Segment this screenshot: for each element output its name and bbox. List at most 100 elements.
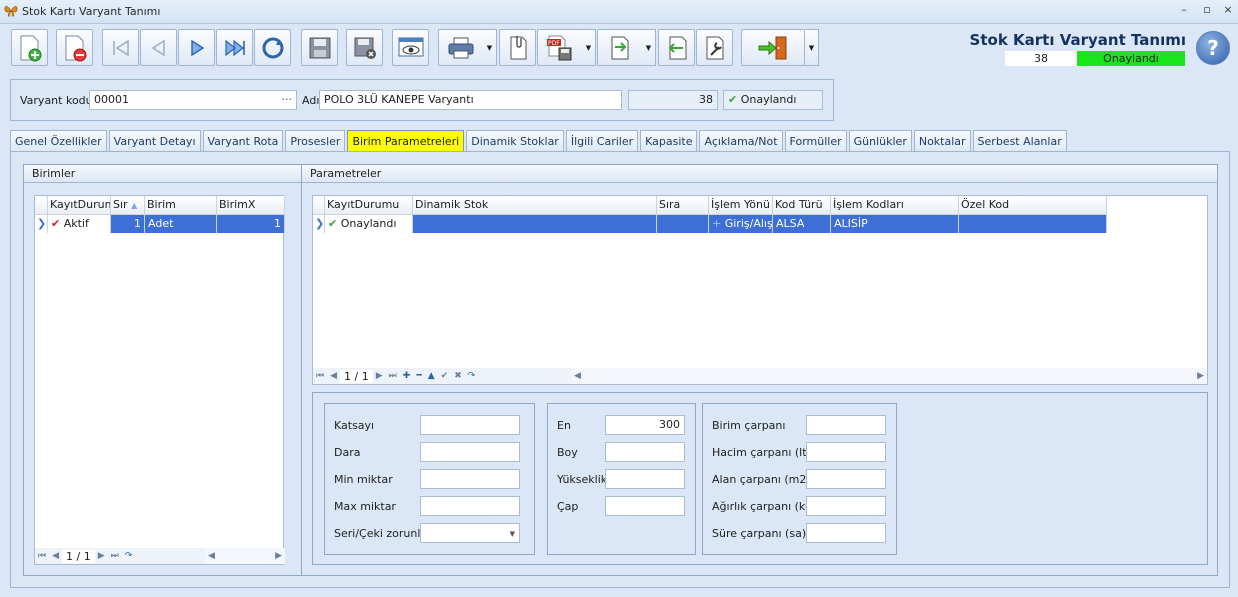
cell-kayitdurumu[interactable]: ✔ Onaylandı [325,215,413,233]
cell-dinamik-stok[interactable] [413,215,657,233]
tab-kapasite[interactable]: Kapasite [640,130,698,152]
print-button[interactable] [438,29,484,66]
seri-ceki-select[interactable]: ▼ [420,523,520,543]
nav-prev-icon[interactable]: ◀ [327,371,340,381]
tab-prosesler[interactable]: Prosesler [285,130,346,152]
print-dropdown[interactable]: ▼ [483,29,497,66]
cell-ozel-kod[interactable] [959,215,1107,233]
nav-next-icon[interactable]: ▶ [373,371,386,381]
agirlik-carpani-input[interactable] [806,496,886,516]
column-header-dinamik-stok[interactable]: Dinamik Stok [413,196,657,215]
refresh-button[interactable] [254,29,291,66]
import-button[interactable] [658,29,695,66]
tab-gunlukler[interactable]: Günlükler [848,130,912,152]
column-header-ozel-kod[interactable]: Özel Kod [959,196,1107,215]
nav-refresh-icon[interactable]: ↷ [465,371,479,381]
tab-birim-parametreleri[interactable]: Birim Parametreleri [347,130,465,152]
dara-input[interactable] [420,442,520,462]
cell-sira[interactable]: 1 [111,215,145,233]
parametreler-hscrollbar[interactable]: ◀ ▶ [571,368,1207,384]
first-record-button[interactable] [102,29,139,66]
attach-button[interactable] [499,29,536,66]
varyant-kodu-input[interactable]: 00001 ··· [89,90,297,110]
nav-remove-icon[interactable]: ━ [413,371,424,381]
export-button[interactable] [597,29,643,66]
nav-last-icon[interactable]: ⏭ [108,551,122,561]
preview-button[interactable] [392,29,429,66]
save-button[interactable] [301,29,338,66]
alan-carpani-input[interactable] [806,469,886,489]
parametreler-grid[interactable]: KayıtDurumu Dinamik Stok Sıra İşlem Yönü… [312,195,1208,385]
tab-ilgili-cariler[interactable]: İlgili Cariler [565,130,639,152]
birimler-hscrollbar[interactable]: ◀ ▶ [205,548,285,564]
previous-record-button[interactable] [140,29,177,66]
ellipsis-button[interactable]: ··· [282,91,293,109]
help-button[interactable]: ? [1196,31,1230,65]
nav-prev-icon[interactable]: ◀ [49,551,62,561]
cell-islem-kodlari[interactable]: ALISİP [831,215,959,233]
table-row[interactable]: ❯ ✔ Onaylandı + Giriş/Alış ALSA ALISİP [313,215,1107,233]
exit-button[interactable] [741,29,805,66]
cell-kod-turu[interactable]: ALSA [773,215,831,233]
column-header-sira[interactable]: Sır ▲ [111,196,145,215]
birimler-grid[interactable]: KayıtDurumu Sır ▲ Birim BirimX ❯ ✔ Aktif… [34,195,285,565]
pdf-export-button[interactable]: PDF [537,29,583,66]
cell-sira[interactable] [657,215,709,233]
adi-input[interactable]: POLO 3LÜ KANEPE Varyantı [319,90,622,110]
minimize-button[interactable]: – [1176,3,1192,19]
tab-dinamik-stoklar[interactable]: Dinamik Stoklar [466,130,564,152]
column-header-birim[interactable]: Birim [145,196,217,215]
last-record-button[interactable] [216,29,253,66]
nav-next-icon[interactable]: ▶ [95,551,108,561]
nav-last-icon[interactable]: ⏭ [386,371,400,381]
close-button[interactable]: × [1220,3,1236,19]
tab-varyant-rota[interactable]: Varyant Rota [202,130,284,152]
tab-genel-ozellikler[interactable]: Genel Özellikler [10,130,107,152]
column-header-islem-kodlari[interactable]: İşlem Kodları [831,196,959,215]
cell-kayitdurumu[interactable]: ✔ Aktif [48,215,111,233]
cap-input[interactable] [605,496,685,516]
nav-up-icon[interactable]: ▲ [425,371,438,381]
nav-cancel-icon[interactable]: ✖ [451,371,465,381]
min-miktar-input[interactable] [420,469,520,489]
maximize-button[interactable]: ▫ [1199,3,1215,19]
sure-carpani-input[interactable] [806,523,886,543]
katsayi-input[interactable] [420,415,520,435]
nav-refresh-icon[interactable]: ↷ [122,551,136,561]
scroll-right-icon[interactable]: ▶ [1194,371,1207,381]
scroll-left-icon[interactable]: ◀ [571,371,584,381]
tools-button[interactable] [696,29,733,66]
nav-add-icon[interactable]: ✚ [400,371,414,381]
column-header-kayitdurumu[interactable]: KayıtDurumu [48,196,111,215]
column-header-islem-yonu[interactable]: İşlem Yönü [709,196,773,215]
next-record-button[interactable] [178,29,215,66]
nav-first-icon[interactable]: ⏮ [313,371,327,381]
tab-aciklama-not[interactable]: Açıklama/Not [699,130,783,152]
exit-dropdown[interactable]: ▼ [805,29,819,66]
cell-birimx[interactable]: 1 [217,215,285,233]
en-input[interactable]: 300 [605,415,685,435]
yukseklik-input[interactable] [605,469,685,489]
cancel-changes-button[interactable] [346,29,383,66]
birim-carpani-input[interactable] [806,415,886,435]
table-row[interactable]: ❯ ✔ Aktif 1 Adet 1 [35,215,285,233]
column-header-kod-turu[interactable]: Kod Türü [773,196,831,215]
tab-serbest-alanlar[interactable]: Serbest Alanlar [972,130,1067,152]
delete-record-button[interactable] [56,29,93,66]
scroll-right-icon[interactable]: ▶ [272,551,285,561]
pdf-dropdown[interactable]: ▼ [582,29,596,66]
tab-noktalar[interactable]: Noktalar [913,130,971,152]
tab-varyant-detayi[interactable]: Varyant Detayı [108,130,201,152]
column-header-birimx[interactable]: BirimX [217,196,285,215]
max-miktar-input[interactable] [420,496,520,516]
hacim-carpani-input[interactable] [806,442,886,462]
tab-formuller[interactable]: Formüller [784,130,847,152]
boy-input[interactable] [605,442,685,462]
scroll-left-icon[interactable]: ◀ [205,551,218,561]
cell-birim[interactable]: Adet [145,215,217,233]
nav-confirm-icon[interactable]: ✔ [438,371,452,381]
column-header-sira[interactable]: Sıra [657,196,709,215]
export-dropdown[interactable]: ▼ [642,29,656,66]
nav-first-icon[interactable]: ⏮ [35,551,49,561]
new-record-button[interactable] [11,29,48,66]
